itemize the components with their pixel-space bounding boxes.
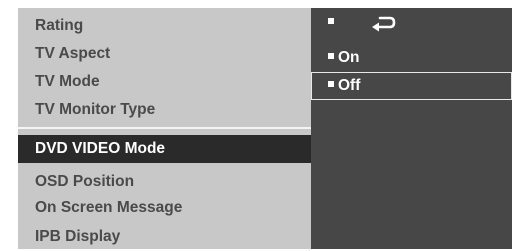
bullet-icon [328, 17, 334, 24]
option-off[interactable]: Off [311, 72, 512, 100]
bullet-icon [328, 52, 334, 59]
bullet-icon [328, 80, 334, 87]
menu-item-osd-position[interactable]: OSD Position [18, 168, 311, 196]
menu-divider [18, 127, 311, 129]
option-return[interactable] [311, 9, 512, 37]
options-panel: On Off [311, 8, 512, 249]
option-on-label: On [338, 49, 360, 66]
option-on[interactable]: On [311, 44, 512, 72]
menu-item-dvd-video-mode[interactable]: DVD VIDEO Mode [18, 135, 311, 163]
menu-item-on-screen-message[interactable]: On Screen Message [18, 194, 311, 222]
menu-item-tv-mode[interactable]: TV Mode [18, 68, 311, 96]
menu-item-tv-aspect[interactable]: TV Aspect [18, 40, 311, 68]
return-arrow-icon [372, 16, 396, 32]
menu-item-tv-monitor-type[interactable]: TV Monitor Type [18, 96, 311, 124]
menu-item-rating[interactable]: Rating [18, 12, 311, 40]
menu-item-ipb-display[interactable]: IPB Display [18, 223, 311, 251]
option-off-label: Off [338, 77, 361, 94]
